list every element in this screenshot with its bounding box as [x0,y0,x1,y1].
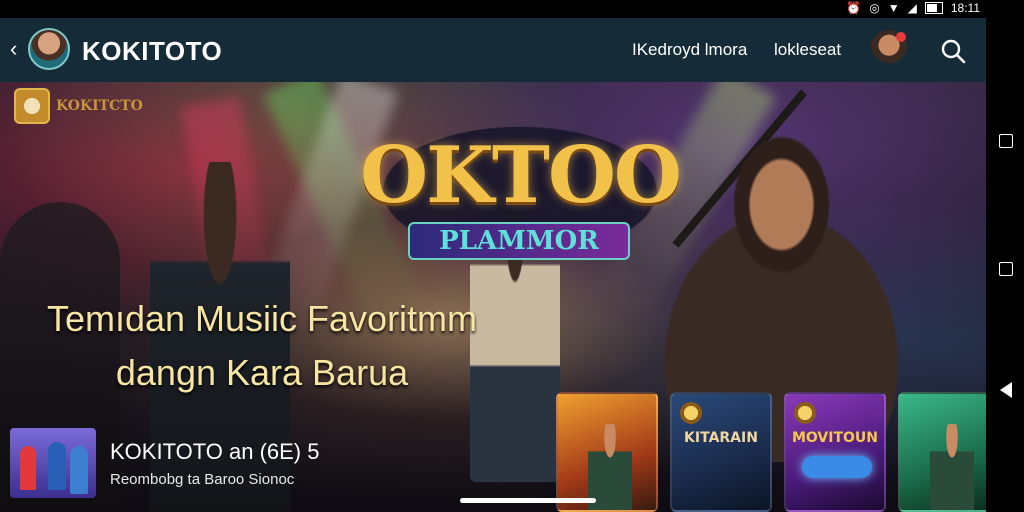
user-profile-icon[interactable] [870,30,908,68]
logo-badge-icon [14,88,50,124]
game-card-row: KITARAIN MOVITOUN [556,392,986,512]
home-square-icon[interactable] [999,262,1013,276]
featured-subtitle: Reombobg ta Baroo Sionoc [110,470,295,488]
system-nav-bar [986,18,1024,512]
game-card[interactable] [556,392,658,512]
search-icon[interactable] [940,38,966,64]
game-logo: OKTOO PLAMMOR [350,96,690,286]
hero-headline: Temıdan Musiic Favoritmm dangn Kara Baru… [22,292,502,400]
status-bar: ⏰ ◎ ▼ ◢ 18:11 [0,0,1024,18]
game-card[interactable] [898,392,986,512]
avatar[interactable] [28,28,70,70]
notification-icon: ◎ [869,1,880,15]
card-badge-icon [680,402,702,424]
card-badge-icon [794,402,816,424]
featured-item[interactable]: KOKITOTO an (6E) 5 Reombobg ta Baroo Sio… [10,428,319,498]
card-label: MOVITOUN [791,430,879,446]
nav-link-2[interactable]: lokleseat [774,40,841,60]
top-app-bar: ‹ KOKITOTO IKedroyd lmora lokleseat [0,18,986,82]
app-window: ‹ KOKITOTO IKedroyd lmora lokleseat KOKI… [0,0,986,512]
card-car [802,456,872,478]
status-time: 18:11 [950,1,980,15]
alarm-icon: ⏰ [846,1,862,15]
home-indicator[interactable] [460,498,596,503]
back-arrow-icon[interactable]: ‹ [10,38,17,60]
nav-link-1[interactable]: IKedroyd lmora [632,40,747,60]
signal-icon: ◢ [907,1,917,15]
featured-title: KOKITOTO an (6E) 5 [110,438,320,464]
game-card[interactable]: MOVITOUN [784,392,886,512]
logo-text: KOKITCTO [56,98,143,114]
featured-thumbnail[interactable] [10,428,96,498]
hero-banner[interactable]: KOKITCTO OKTOO PLAMMOR Temıdan Musiic Fa… [0,67,986,512]
brand-logo: KOKITCTO [14,88,143,124]
wifi-icon: ▼ [887,1,900,15]
card-label: KITARAIN [684,430,758,446]
game-subtitle: PLAMMOR [408,222,630,260]
headline-line-2: dangn Kara Barua [115,352,409,393]
game-card[interactable]: KITARAIN [670,392,772,512]
headline-line-1: Temıdan Musiic Favoritmm [46,298,478,339]
game-title: OKTOO [360,130,682,221]
card-character [930,424,974,510]
app-title: KOKITOTO [82,36,223,66]
back-triangle-icon[interactable] [1000,382,1012,398]
recents-square-icon[interactable] [999,134,1013,148]
battery-icon [924,2,943,14]
